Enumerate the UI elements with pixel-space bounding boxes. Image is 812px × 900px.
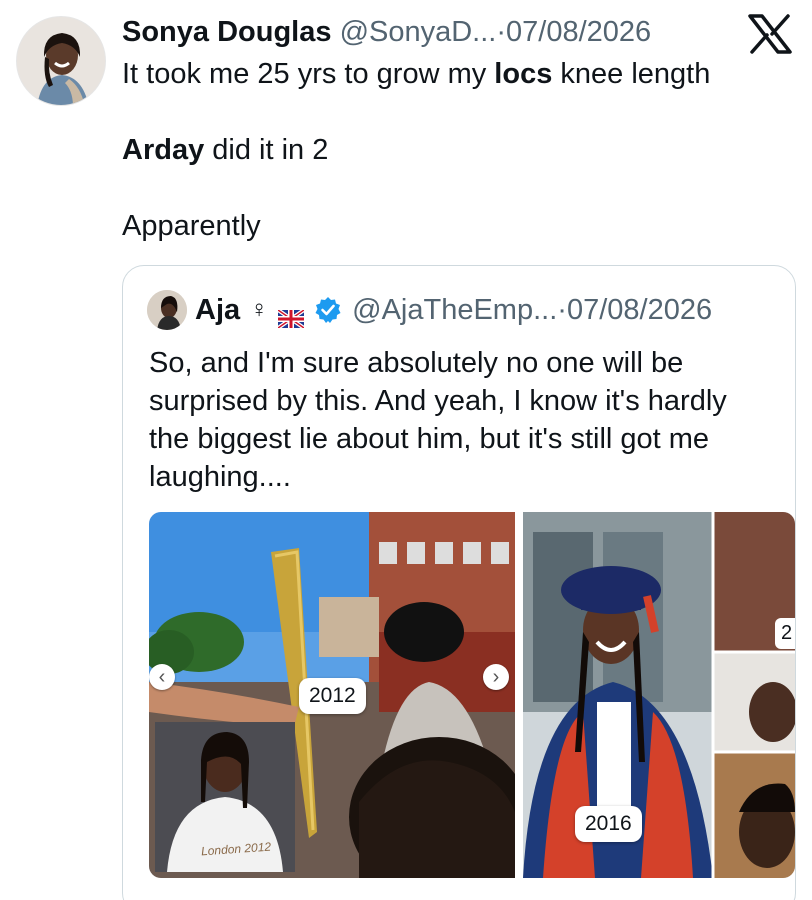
author-name[interactable]: Sonya Douglas	[122, 16, 332, 48]
uk-flag-icon	[277, 301, 306, 330]
header-separator: ·	[496, 16, 507, 48]
quote-header: Aja ♀ @AjaTheEmp... · 07/08/2026	[195, 292, 712, 330]
quote-author-name[interactable]: Aja	[195, 292, 240, 328]
quoted-tweet-card[interactable]: Aja ♀ @AjaTheEmp... · 07/08/2026 So, and I…	[122, 265, 796, 900]
tweet-line-1: It took me 25 yrs to grow my locs knee l…	[122, 58, 711, 90]
chevron-left-icon[interactable]: ‹	[149, 664, 175, 690]
quote-separator: ·	[557, 294, 567, 326]
tweet-line-2: Arday did it in 2	[122, 134, 329, 166]
tweet-date[interactable]: 07/08/2026	[506, 16, 651, 48]
quote-author-handle[interactable]: @AjaTheEmp...	[352, 292, 557, 328]
x-logo-icon[interactable]	[748, 14, 792, 54]
media-image-2016[interactable]: 2016 2	[523, 512, 795, 878]
year-badge-partial: 2	[775, 618, 795, 649]
year-badge-2012: 2012	[299, 678, 366, 714]
bold-locs: locs	[494, 58, 553, 90]
tweet-header: Sonya Douglas @SonyaD...·07/08/2026	[122, 14, 651, 50]
media-image-2012[interactable]: 2012 ‹ › London 2012	[149, 512, 515, 878]
quote-author-avatar[interactable]	[147, 290, 187, 330]
author-avatar[interactable]	[16, 16, 106, 106]
female-symbol: ♀	[250, 296, 269, 323]
verified-badge-icon	[314, 296, 342, 324]
author-handle[interactable]: @SonyaD...	[340, 16, 497, 48]
tweet-line-3: Apparently	[122, 210, 261, 242]
quote-text: So, and I'm sure absolutely no one will …	[149, 347, 727, 493]
quote-date[interactable]: 07/08/2026	[567, 292, 712, 328]
year-badge-2016: 2016	[575, 806, 642, 842]
chevron-right-icon[interactable]: ›	[483, 664, 509, 690]
bold-arday: Arday	[122, 134, 205, 166]
tweet-text: It took me 25 yrs to grow my locs knee l…	[122, 55, 792, 245]
